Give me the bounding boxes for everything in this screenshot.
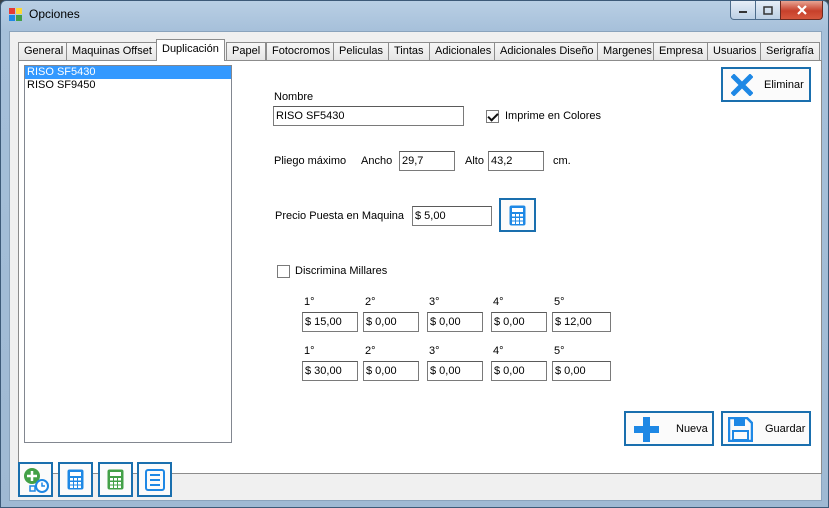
- imprime-colores-label: Imprime en Colores: [505, 110, 601, 122]
- guardar-button[interactable]: Guardar: [721, 411, 811, 446]
- millar-price-field[interactable]: $ 30,00: [302, 361, 358, 381]
- tab-tintas[interactable]: Tintas: [388, 42, 430, 61]
- close-button[interactable]: [780, 1, 823, 20]
- window-frame: Opciones General Maquinas Offset Duplica…: [0, 0, 829, 508]
- duplicacion-panel: RISO SF5430 RISO SF9450 Nombre RISO SF54…: [18, 60, 822, 474]
- close-icon: [796, 5, 807, 15]
- millar-price-field[interactable]: $ 0,00: [427, 361, 483, 381]
- add-schedule-button[interactable]: [18, 462, 53, 497]
- millar-header: 2°: [365, 345, 376, 357]
- list-icon: [145, 469, 165, 491]
- nombre-field[interactable]: RISO SF5430: [273, 106, 464, 126]
- calculator-green-button[interactable]: [98, 462, 133, 497]
- millar-header: 3°: [429, 345, 440, 357]
- millar-price-field[interactable]: $ 0,00: [363, 361, 419, 381]
- guardar-label: Guardar: [765, 423, 806, 435]
- pliego-maximo-label: Pliego máximo: [274, 155, 347, 167]
- tab-usuarios[interactable]: Usuarios: [707, 42, 763, 61]
- alto-label: Alto: [465, 155, 484, 167]
- tab-adicionales[interactable]: Adicionales: [429, 42, 498, 61]
- minimize-button[interactable]: [730, 1, 756, 20]
- tab-serigrafia[interactable]: Serigrafía: [760, 42, 820, 61]
- save-disk-icon: [728, 417, 753, 442]
- tab-fotocromos[interactable]: Fotocromos: [266, 42, 337, 61]
- millar-price-field[interactable]: $ 0,00: [491, 361, 547, 381]
- eliminar-button[interactable]: Eliminar: [721, 67, 811, 102]
- imprime-colores-checkbox[interactable]: [486, 110, 499, 123]
- tab-maquinas-offset[interactable]: Maquinas Offset: [66, 42, 158, 61]
- millar-header: 5°: [554, 345, 565, 357]
- nueva-button[interactable]: Nueva: [624, 411, 714, 446]
- maximize-button[interactable]: [755, 1, 781, 20]
- delete-x-icon: [731, 74, 753, 96]
- millar-price-field[interactable]: $ 15,00: [302, 312, 358, 332]
- nueva-label: Nueva: [676, 423, 708, 435]
- discrimina-millares-label: Discrimina Millares: [295, 265, 388, 277]
- millar-header: 1°: [304, 345, 315, 357]
- dialog-client-area: General Maquinas Offset Duplicación Pape…: [9, 31, 822, 501]
- maximize-icon: [763, 5, 773, 15]
- list-item[interactable]: RISO SF9450: [25, 79, 231, 92]
- millar-price-field[interactable]: $ 0,00: [491, 312, 547, 332]
- unit-label: cm.: [553, 155, 571, 167]
- calculator-icon: [67, 469, 84, 490]
- window-title: Opciones: [29, 7, 80, 21]
- ancho-label: Ancho: [361, 155, 393, 167]
- precio-puesta-field[interactable]: $ 5,00: [412, 206, 492, 226]
- tab-duplicacion[interactable]: Duplicación: [156, 39, 225, 61]
- millar-header: 4°: [493, 345, 504, 357]
- tab-margenes[interactable]: Margenes: [597, 42, 658, 61]
- list-view-button[interactable]: [137, 462, 172, 497]
- discrimina-millares-checkbox[interactable]: [277, 265, 290, 278]
- list-item[interactable]: RISO SF5430: [25, 66, 231, 79]
- calculator-button[interactable]: [499, 198, 536, 232]
- calculator-icon: [509, 205, 526, 226]
- millar-header: 4°: [493, 296, 504, 308]
- title-bar[interactable]: Opciones: [1, 1, 829, 29]
- alto-field[interactable]: 43,2: [488, 151, 544, 171]
- millar-price-field[interactable]: $ 0,00: [552, 361, 611, 381]
- calculator-blue-button[interactable]: [58, 462, 93, 497]
- eliminar-label: Eliminar: [764, 79, 804, 91]
- ancho-field[interactable]: 29,7: [399, 151, 455, 171]
- app-window-icon: [9, 8, 22, 21]
- machine-listbox[interactable]: RISO SF5430 RISO SF9450: [24, 65, 232, 443]
- add-clock-icon: [24, 468, 49, 493]
- tab-papel[interactable]: Papel: [226, 42, 267, 61]
- tab-adicionales-diseno[interactable]: Adicionales Diseño: [494, 42, 600, 61]
- millar-header: 2°: [365, 296, 376, 308]
- tab-empresa[interactable]: Empresa: [653, 42, 710, 61]
- millar-header: 1°: [304, 296, 315, 308]
- tab-peliculas[interactable]: Peliculas: [333, 42, 390, 61]
- minimize-icon: [739, 11, 747, 13]
- millar-price-field[interactable]: $ 0,00: [363, 312, 419, 332]
- precio-puesta-label: Precio Puesta en Maquina: [275, 210, 405, 222]
- millar-price-field[interactable]: $ 12,00: [552, 312, 611, 332]
- tab-general[interactable]: General: [18, 42, 70, 61]
- millar-header: 5°: [554, 296, 565, 308]
- millar-header: 3°: [429, 296, 440, 308]
- calculator-green-icon: [107, 469, 124, 490]
- plus-icon: [634, 417, 659, 442]
- nombre-label: Nombre: [274, 91, 314, 103]
- millar-price-field[interactable]: $ 0,00: [427, 312, 483, 332]
